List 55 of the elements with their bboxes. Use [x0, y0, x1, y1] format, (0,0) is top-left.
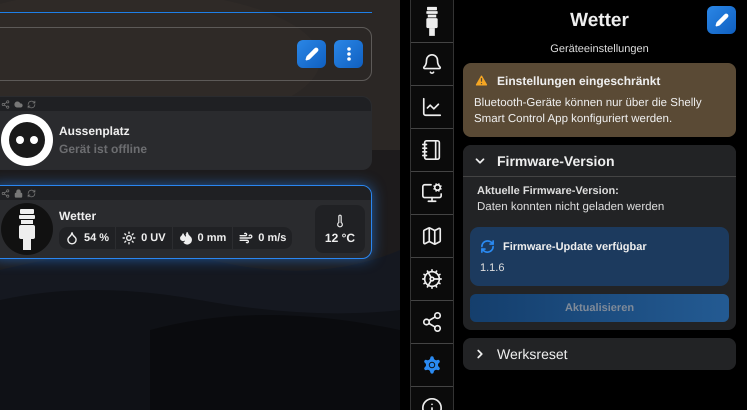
settings-icon: [421, 354, 443, 376]
sidebar-tab[interactable]: [411, 0, 453, 43]
temperature-value: 12 °C: [324, 230, 356, 244]
pencil-icon: [304, 47, 318, 61]
sync-icon: [480, 239, 495, 254]
sidebar-tab[interactable]: [411, 215, 453, 258]
sidebar-tab[interactable]: [411, 301, 453, 344]
firmware-value: Daten konnten nicht geladen werden: [476, 201, 666, 214]
weather-sensor-icon: [1, 203, 53, 255]
map-icon: [421, 225, 443, 247]
sidebar-tab[interactable]: [411, 258, 453, 301]
reading-value: 0 mm: [198, 232, 226, 244]
edit-button[interactable]: [297, 40, 326, 68]
section-header[interactable]: Firmware-Version: [463, 145, 736, 178]
reading-value: 0 UV: [141, 232, 166, 244]
cloud-icon: [14, 100, 23, 108]
cog-icon: [421, 268, 443, 290]
warning-text: Bluetooth-Geräte können nur über die Shelly Smart Control App konfiguriert werden.: [474, 96, 703, 127]
sidebar-tab[interactable]: [411, 172, 453, 215]
sidebar-tab[interactable]: [411, 86, 453, 129]
update-title: Firmware-Update verfügbar: [503, 240, 647, 253]
device-card[interactable]: Wetter 54 % 0 UV 0 mm 0 m/s 12 °C: [0, 185, 372, 259]
chart-icon: [421, 96, 443, 118]
more-button[interactable]: [334, 40, 363, 68]
device-name: Aussenplatz: [59, 124, 131, 138]
sync-icon: [27, 188, 36, 198]
panel-title: Wetter: [570, 10, 629, 32]
share-icon: [1, 188, 10, 198]
reading-value: 0 m/s: [258, 232, 286, 244]
warning-title: Einstellungen eingeschränkt: [497, 74, 660, 88]
droplet-icon: [65, 231, 79, 245]
share-icon: [1, 100, 10, 108]
plug-icon: [1, 114, 53, 166]
more-icon: [346, 47, 350, 61]
edit-button[interactable]: [707, 6, 736, 34]
sidebar-tab[interactable]: [411, 129, 453, 172]
update-version: 1.1.6: [480, 262, 506, 274]
panel-subtitle: Geräteeinstellungen: [549, 43, 650, 55]
device-name: Wetter: [59, 209, 98, 223]
sun-icon: [122, 231, 136, 245]
wind-icon: [239, 231, 254, 245]
reading-value: 54 %: [84, 232, 110, 244]
device-status: Gerät ist offline: [59, 142, 148, 156]
sync-icon: [27, 100, 36, 108]
share-icon: [421, 311, 443, 333]
bell-icon: [421, 53, 443, 75]
firmware-label: Aktuelle Firmware-Version:: [476, 185, 620, 198]
droplets-icon: [178, 231, 193, 245]
pencil-icon: [714, 13, 728, 27]
device-settings-icon: [421, 182, 443, 204]
notebook-icon: [421, 139, 443, 161]
sidebar-tab[interactable]: [411, 43, 453, 86]
lock-icon: [14, 188, 23, 198]
device-card[interactable]: Aussenplatz Gerät ist offline: [0, 96, 372, 170]
warning-icon: [474, 73, 489, 88]
